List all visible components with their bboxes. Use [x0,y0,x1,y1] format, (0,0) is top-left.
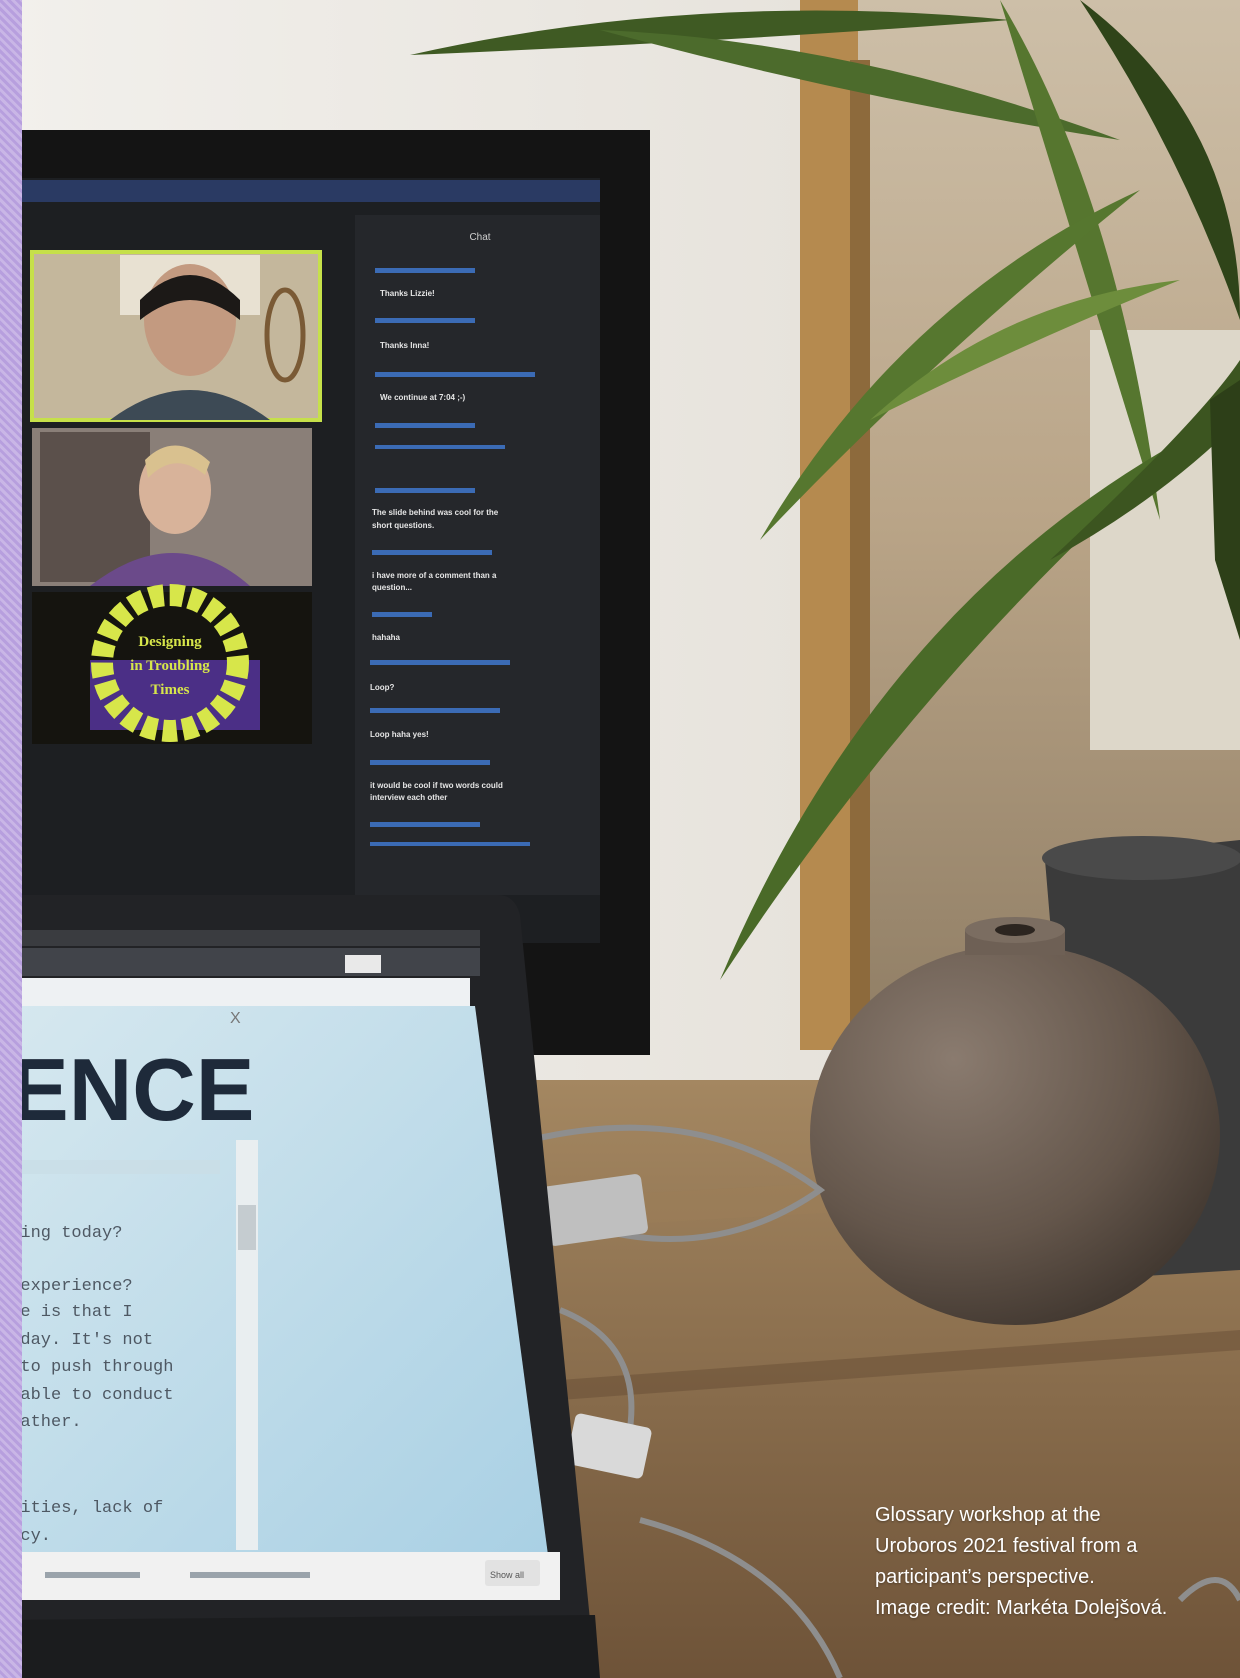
laptop-toolbar [0,978,470,1006]
purple-accent-stripe [0,0,22,1678]
svg-text:g able to conduct: g able to conduct [0,1386,173,1405]
caption-line: Uroboros 2021 festival from a [875,1535,1138,1557]
svg-text:Times: Times [151,682,190,698]
laptop-heading: ENCE [10,1040,255,1139]
svg-text:e day. It's not: e day. It's not [0,1331,153,1350]
svg-text:We continue at 7:04 ;-): We continue at 7:04 ;-) [380,393,466,402]
svg-text:Thanks Lizzie!: Thanks Lizzie! [380,289,435,298]
caption-line: participant’s perspective. [875,1566,1095,1588]
svg-text:hahaha: hahaha [372,633,401,642]
monitor-menubar [0,180,600,202]
svg-text:Loop haha yes!: Loop haha yes! [370,730,429,739]
workspace-photo: Designing in Troubling Times Chat Thanks… [0,0,1240,1678]
laptop-tabbar [0,948,480,976]
laptop-scrollbar [236,1140,258,1550]
svg-text:short questions.: short questions. [372,521,434,530]
svg-text:ilities, lack of: ilities, lack of [0,1499,163,1518]
svg-text:Designing: Designing [138,634,202,650]
svg-text:e to push through: e to push through [0,1358,173,1377]
svg-text:it would be cool if two words: it would be cool if two words could [370,781,503,790]
svg-text:The slide behind was cool for: The slide behind was cool for the [372,508,499,517]
photo-stage: Designing in Troubling Times Chat Thanks… [0,0,1240,1678]
svg-text:question...: question... [372,583,412,592]
svg-text:interview each other: interview each other [370,793,447,802]
svg-text:i have more of a comment than: i have more of a comment than a [372,571,497,580]
svg-text:Chat: Chat [469,232,490,243]
window-frame-left [800,0,858,1050]
window-frame-inner [850,60,870,1040]
photo-caption: Glossary workshop at the Uroboros 2021 f… [875,1500,1220,1624]
svg-text:Thanks Inna!: Thanks Inna! [380,341,429,350]
svg-text:Loop?: Loop? [370,683,395,692]
caption-line: Glossary workshop at the [875,1504,1101,1526]
svg-text:X: X [230,1010,241,1027]
svg-text:in Troubling: in Troubling [130,658,210,674]
svg-text:Show all: Show all [490,1570,524,1580]
vase [810,945,1220,1325]
laptop-menubar [0,930,480,946]
caption-line: Image credit: Markéta Dolejšová. [875,1597,1168,1619]
